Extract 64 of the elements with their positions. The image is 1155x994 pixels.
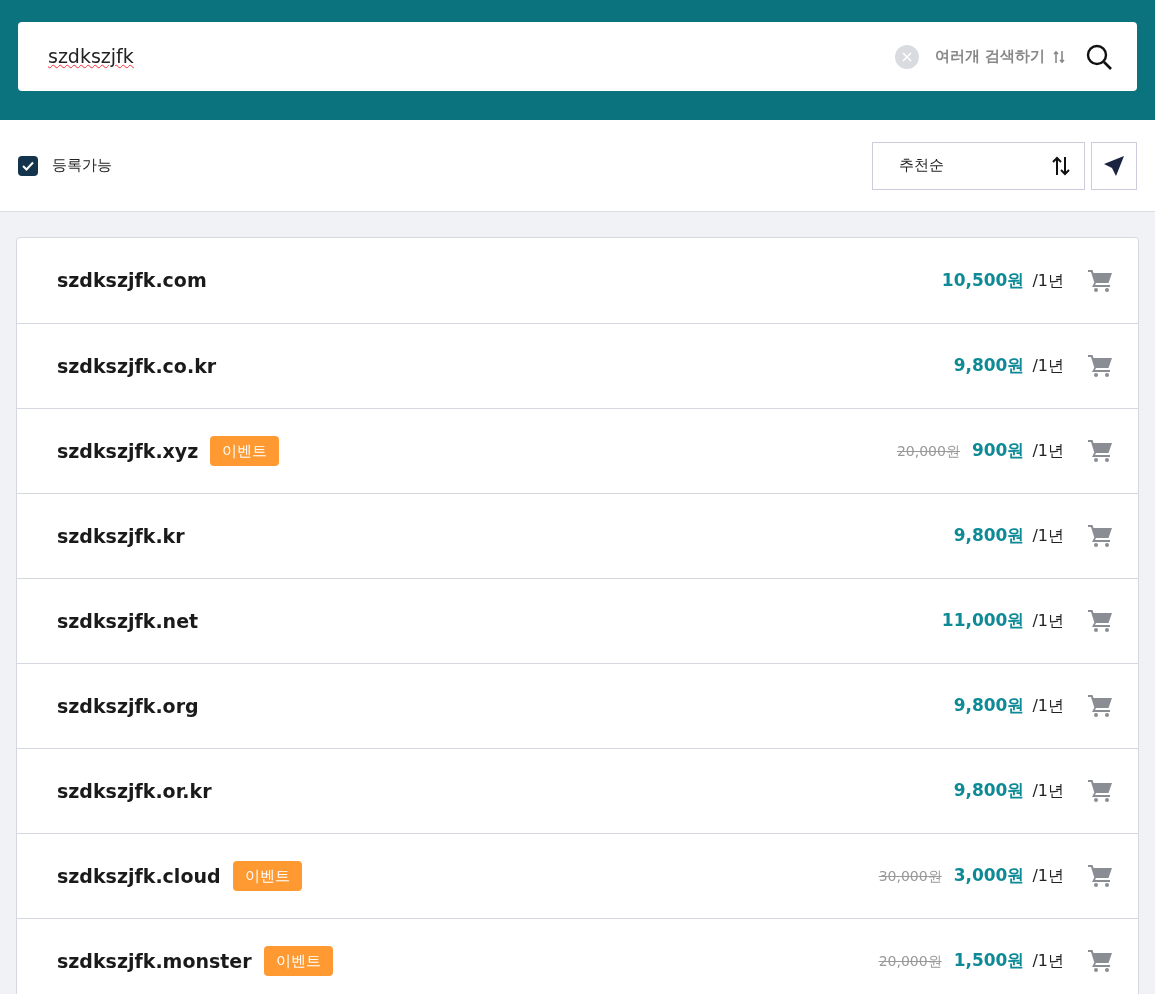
result-row[interactable]: szdkszjfk.monster 이벤트 20,000원 1,500원 /1년 <box>17 918 1138 994</box>
period: /1년 <box>1032 525 1064 547</box>
domain-name: szdkszjfk.or.kr <box>57 778 212 804</box>
price: 9,800원 <box>953 779 1025 803</box>
cart-icon[interactable] <box>1088 355 1112 377</box>
cart-icon[interactable] <box>1088 269 1112 292</box>
original-price: 20,000원 <box>878 951 942 971</box>
event-badge: 이벤트 <box>210 435 280 467</box>
result-row[interactable]: szdkszjfk.com 10,500원 /1년 <box>17 238 1138 323</box>
result-row[interactable]: szdkszjfk.xyz 이벤트 20,000원 900원 /1년 <box>17 408 1138 493</box>
paper-plane-icon <box>1103 154 1125 177</box>
cart-icon[interactable] <box>1088 610 1112 632</box>
check-icon <box>22 160 34 171</box>
send-button[interactable] <box>1091 141 1137 190</box>
domain-name: szdkszjfk.co.kr <box>57 353 217 379</box>
result-row[interactable]: szdkszjfk.cloud 이벤트 30,000원 3,000원 /1년 <box>17 833 1138 918</box>
domain-name: szdkszjfk.org <box>57 693 199 719</box>
original-price: 30,000원 <box>878 866 942 886</box>
cart-icon[interactable] <box>1088 780 1112 802</box>
period: /1년 <box>1032 865 1064 887</box>
sort-arrows-icon <box>1052 154 1070 177</box>
multi-search-button[interactable]: 여러개 검색하기 <box>934 45 1065 68</box>
period: /1년 <box>1032 269 1064 292</box>
result-row[interactable]: szdkszjfk.or.kr 9,800원 /1년 <box>17 748 1138 833</box>
price: 900원 <box>971 439 1025 463</box>
period: /1년 <box>1032 695 1064 717</box>
domain-name: szdkszjfk.kr <box>57 523 185 549</box>
period: /1년 <box>1032 355 1064 377</box>
cart-icon[interactable] <box>1088 440 1112 462</box>
cart-icon[interactable] <box>1088 525 1112 547</box>
domain-name: szdkszjfk.monster <box>57 948 252 974</box>
result-row[interactable]: szdkszjfk.co.kr 9,800원 /1년 <box>17 323 1138 408</box>
result-row[interactable]: szdkszjfk.kr 9,800원 /1년 <box>17 493 1138 578</box>
search-field[interactable]: szdkszjfk 여러개 검색하기 <box>18 22 1137 91</box>
close-icon <box>901 51 912 62</box>
result-row[interactable]: szdkszjfk.org 9,800원 /1년 <box>17 663 1138 748</box>
price: 9,800원 <box>953 694 1025 718</box>
price: 9,800원 <box>953 524 1025 548</box>
price: 3,000원 <box>953 864 1025 888</box>
event-badge: 이벤트 <box>232 860 302 892</box>
price: 11,000원 <box>941 609 1025 633</box>
search-icon[interactable] <box>1085 42 1113 71</box>
price: 10,500원 <box>941 268 1025 292</box>
period: /1년 <box>1032 610 1064 632</box>
domain-name: szdkszjfk.com <box>57 268 207 294</box>
sort-dropdown[interactable]: 추천순 <box>872 141 1085 190</box>
result-row[interactable]: szdkszjfk.net 11,000원 /1년 <box>17 578 1138 663</box>
search-input-text: szdkszjfk <box>48 44 135 70</box>
price: 9,800원 <box>953 354 1025 378</box>
period: /1년 <box>1032 440 1064 462</box>
arrows-icon <box>1053 49 1065 64</box>
price: 1,500원 <box>953 949 1025 973</box>
domain-name: szdkszjfk.xyz <box>57 438 199 464</box>
cart-icon[interactable] <box>1088 950 1112 972</box>
domain-name: szdkszjfk.net <box>57 608 199 634</box>
filter-label: 등록가능 <box>52 155 112 177</box>
checkbox[interactable] <box>18 155 38 176</box>
period: /1년 <box>1032 780 1064 802</box>
cart-icon[interactable] <box>1088 865 1112 887</box>
period: /1년 <box>1032 950 1064 972</box>
event-badge: 이벤트 <box>263 945 333 977</box>
cart-icon[interactable] <box>1088 695 1112 717</box>
domain-name: szdkszjfk.cloud <box>57 863 221 889</box>
original-price: 20,000원 <box>896 441 960 461</box>
